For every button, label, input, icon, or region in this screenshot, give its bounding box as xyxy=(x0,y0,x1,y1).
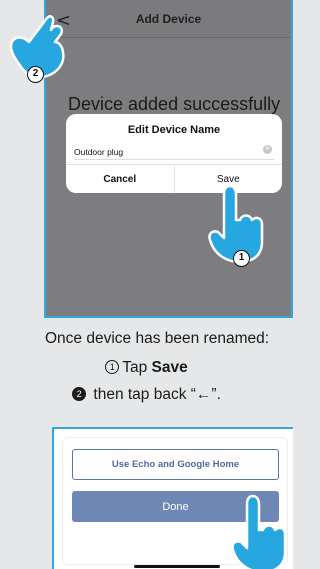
instruction-intro: Once device has been renamed: xyxy=(45,330,270,347)
instruction-step-2: 2 then tap back “←”. xyxy=(0,386,293,404)
home-indicator xyxy=(134,565,220,568)
step-1-badge: 1 xyxy=(233,250,250,267)
cancel-button[interactable]: Cancel xyxy=(66,165,175,193)
use-echo-google-button[interactable]: Use Echo and Google Home xyxy=(72,449,279,480)
pointing-hand-icon xyxy=(231,494,287,569)
step-2-badge: 2 xyxy=(27,66,44,83)
step-1-number: 1 xyxy=(105,360,120,374)
device-name-field: ✕ xyxy=(74,142,274,160)
nav-bar: < Add Device xyxy=(46,0,291,38)
instruction-step-1: 1 Tap Save xyxy=(0,359,293,377)
step-2-text: then tap back “←”. xyxy=(93,386,221,403)
phone-screenshot-add-device: < Add Device Device added successfully E… xyxy=(44,0,293,318)
device-name-input[interactable] xyxy=(74,144,244,160)
step-2-number: 2 xyxy=(72,387,87,401)
step-1-action: Save xyxy=(151,359,188,376)
clear-input-icon[interactable]: ✕ xyxy=(263,145,272,154)
dialog-title: Edit Device Name xyxy=(127,124,221,136)
success-message: Device added successfully xyxy=(68,94,281,114)
step-1-prefix: Tap xyxy=(122,359,152,376)
nav-title: Add Device xyxy=(135,12,202,26)
